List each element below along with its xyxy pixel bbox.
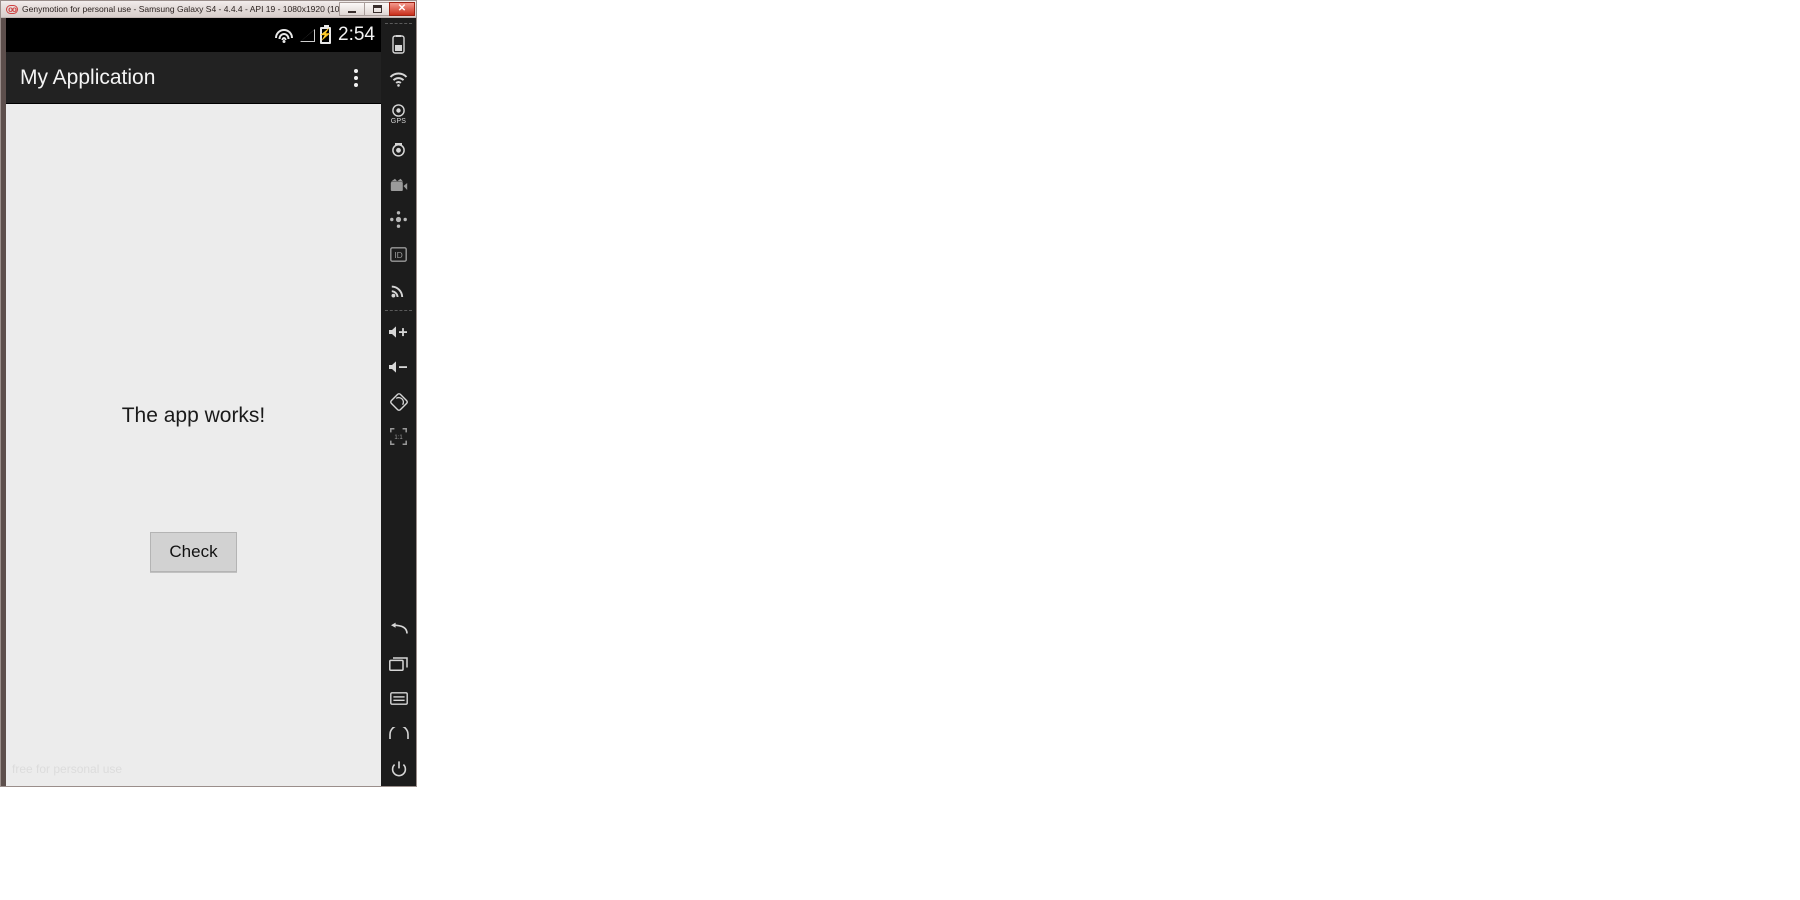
back-nav-icon[interactable] [381, 611, 416, 646]
trial-watermark: free for personal use [12, 762, 123, 776]
window-controls: ✕ [339, 2, 416, 17]
window-title: Genymotion for personal use - Samsung Ga… [22, 4, 340, 14]
minimize-button[interactable] [339, 2, 365, 16]
wifi-icon [274, 28, 293, 43]
genymotion-window: oo Genymotion for personal use - Samsung… [0, 0, 417, 787]
svg-text:1:1: 1:1 [394, 435, 403, 441]
screencast-widget-icon[interactable] [381, 167, 416, 202]
window-title-bar[interactable]: oo Genymotion for personal use - Samsung… [1, 1, 416, 18]
cell-signal-icon [298, 28, 316, 43]
battery-charging-icon: ⚡ [318, 24, 333, 44]
app-message-text: The app works! [121, 404, 266, 427]
network-widget-icon[interactable] [381, 272, 416, 307]
battery-widget-icon[interactable] [381, 27, 416, 62]
app-content: The app works! Check free for personal u… [6, 104, 381, 786]
screen-root: oo Genymotion for personal use - Samsung… [0, 0, 1800, 900]
maximize-icon [372, 5, 382, 13]
app-action-bar: My Application [6, 52, 381, 104]
maximize-button[interactable] [364, 2, 390, 16]
minimize-icon [348, 11, 356, 13]
gps-label: GPS [390, 118, 407, 125]
overflow-menu-icon[interactable] [339, 52, 373, 104]
toolbar-divider [385, 23, 412, 24]
close-icon: ✕ [397, 3, 407, 14]
home-nav-icon[interactable] [381, 716, 416, 751]
svg-text:ID: ID [394, 250, 403, 260]
genymotion-logo-icon: oo [6, 4, 18, 14]
volume-up-icon[interactable] [381, 314, 416, 349]
device-screen: ⚡ 2:54 My Application The app works! Che… [1, 18, 381, 786]
recents-nav-icon[interactable] [381, 646, 416, 681]
genymotion-toolbar: GPS ID 1:1 [381, 18, 416, 786]
multitouch-widget-icon[interactable] [381, 202, 416, 237]
status-bar-clock: 2:54 [338, 24, 375, 45]
toolbar-divider-2 [385, 310, 412, 311]
camera-widget-icon[interactable] [381, 132, 416, 167]
identifiers-widget-icon[interactable]: ID [381, 237, 416, 272]
battery-bolt-glyph: ⚡ [318, 28, 333, 41]
check-button[interactable]: Check [150, 532, 237, 572]
gps-widget-icon[interactable]: GPS [381, 97, 416, 132]
screenshot-icon[interactable]: 1:1 [381, 419, 416, 454]
app-title: My Application [20, 65, 156, 89]
rotate-screen-icon[interactable] [381, 384, 416, 419]
close-button[interactable]: ✕ [389, 2, 415, 16]
window-body: ⚡ 2:54 My Application The app works! Che… [1, 18, 416, 786]
menu-nav-icon[interactable] [381, 681, 416, 716]
wifi-widget-icon[interactable] [381, 62, 416, 97]
android-status-bar: ⚡ 2:54 [6, 18, 381, 52]
power-icon[interactable] [381, 751, 416, 786]
volume-down-icon[interactable] [381, 349, 416, 384]
